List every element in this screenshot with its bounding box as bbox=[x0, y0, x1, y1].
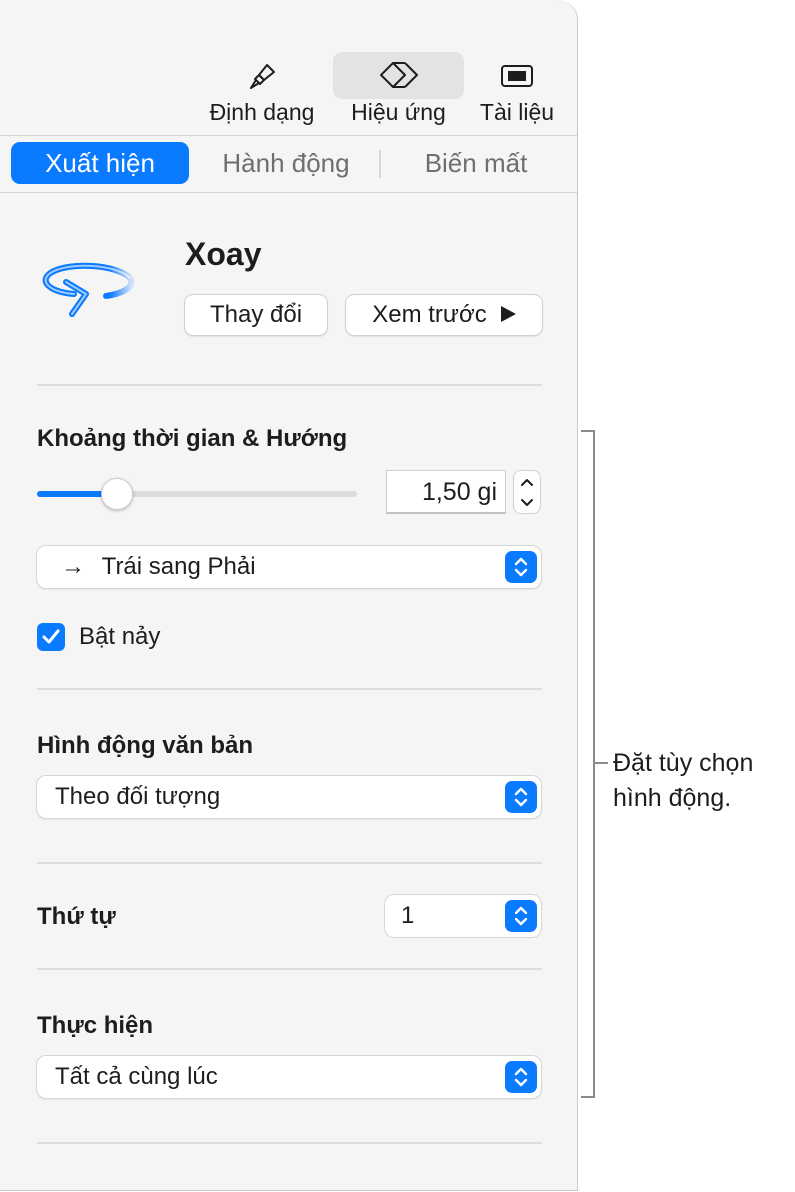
toolbar-format-label: Định dạng bbox=[209, 99, 315, 125]
tab-build-in[interactable]: Xuất hiện bbox=[11, 142, 189, 184]
bounce-checkbox[interactable] bbox=[37, 623, 65, 651]
direction-arrow-icon: → bbox=[61, 553, 85, 580]
inspector-panel: Định dạng Hiệu ứng Tài liệu Xuất hiện Hà… bbox=[0, 0, 578, 1191]
toolbar-document-label: Tài liệu bbox=[479, 99, 555, 125]
play-icon bbox=[500, 305, 516, 322]
paintbrush-icon bbox=[247, 62, 277, 98]
duration-field[interactable]: 1,50 gi bbox=[386, 470, 506, 514]
callout-text: Đặt tùy chọn hình động. bbox=[613, 746, 753, 816]
checkmark-icon bbox=[42, 629, 60, 644]
text-animation-popup[interactable]: Theo đối tượng bbox=[36, 775, 542, 819]
stepper-down-icon[interactable] bbox=[514, 492, 540, 513]
callout-tick bbox=[595, 762, 608, 764]
toolbar-format-button[interactable]: Định dạng bbox=[200, 52, 324, 132]
order-title: Thứ tự bbox=[37, 903, 116, 930]
perform-title: Thực hiện bbox=[37, 1012, 154, 1039]
chevron-updown-icon bbox=[505, 781, 537, 813]
duration-slider[interactable] bbox=[37, 491, 357, 497]
divider bbox=[37, 1142, 542, 1144]
animation-tabs: Xuất hiện Hành động Biến mất bbox=[0, 136, 577, 192]
toolbar-document-button[interactable]: Tài liệu bbox=[472, 52, 562, 132]
tab-divider bbox=[379, 150, 381, 178]
duration-title: Khoảng thời gian & Hướng bbox=[37, 425, 348, 452]
tab-build-out[interactable]: Biến mất bbox=[390, 142, 562, 184]
change-effect-label: Thay đổi bbox=[209, 301, 303, 328]
divider bbox=[37, 384, 542, 386]
text-animation-value: Theo đối tượng bbox=[55, 783, 221, 810]
text-animation-title: Hình động văn bản bbox=[37, 732, 253, 759]
toolbar-animate-label: Hiệu ứng bbox=[351, 99, 446, 125]
callout-line-2: hình động. bbox=[613, 784, 732, 812]
effect-name: Xoay bbox=[185, 236, 262, 272]
chevron-updown-icon bbox=[505, 900, 537, 932]
direction-value: Trái sang Phải bbox=[101, 553, 256, 580]
callout-line-1: Đặt tùy chọn bbox=[613, 749, 754, 777]
tabs-divider bbox=[0, 192, 577, 193]
direction-popup[interactable]: → Trái sang Phải bbox=[36, 545, 542, 589]
bounce-label: Bật nảy bbox=[79, 623, 161, 650]
diamond-icon bbox=[378, 60, 420, 96]
order-popup[interactable]: 1 bbox=[384, 894, 542, 938]
tab-action[interactable]: Hành động bbox=[200, 142, 372, 184]
document-icon bbox=[500, 62, 534, 96]
stepper-up-icon[interactable] bbox=[514, 471, 540, 492]
chevron-updown-icon bbox=[505, 1061, 537, 1093]
divider bbox=[37, 862, 542, 864]
slider-knob[interactable] bbox=[101, 478, 133, 510]
rotate-arrow-icon bbox=[36, 260, 136, 333]
perform-value: Tất cả cùng lúc bbox=[55, 1063, 218, 1090]
preview-label: Xem trước bbox=[372, 301, 487, 328]
inspector-toolbar: Định dạng Hiệu ứng Tài liệu bbox=[0, 0, 577, 136]
perform-popup[interactable]: Tất cả cùng lúc bbox=[36, 1055, 542, 1099]
order-value: 1 bbox=[401, 902, 415, 929]
callout-bracket bbox=[581, 430, 595, 1098]
preview-button[interactable]: Xem trước bbox=[345, 294, 543, 336]
chevron-updown-icon bbox=[505, 551, 537, 583]
divider bbox=[37, 688, 542, 690]
divider bbox=[37, 968, 542, 970]
duration-stepper[interactable] bbox=[513, 470, 541, 514]
toolbar-animate-button[interactable]: Hiệu ứng bbox=[333, 52, 464, 132]
change-effect-button[interactable]: Thay đổi bbox=[184, 294, 328, 336]
